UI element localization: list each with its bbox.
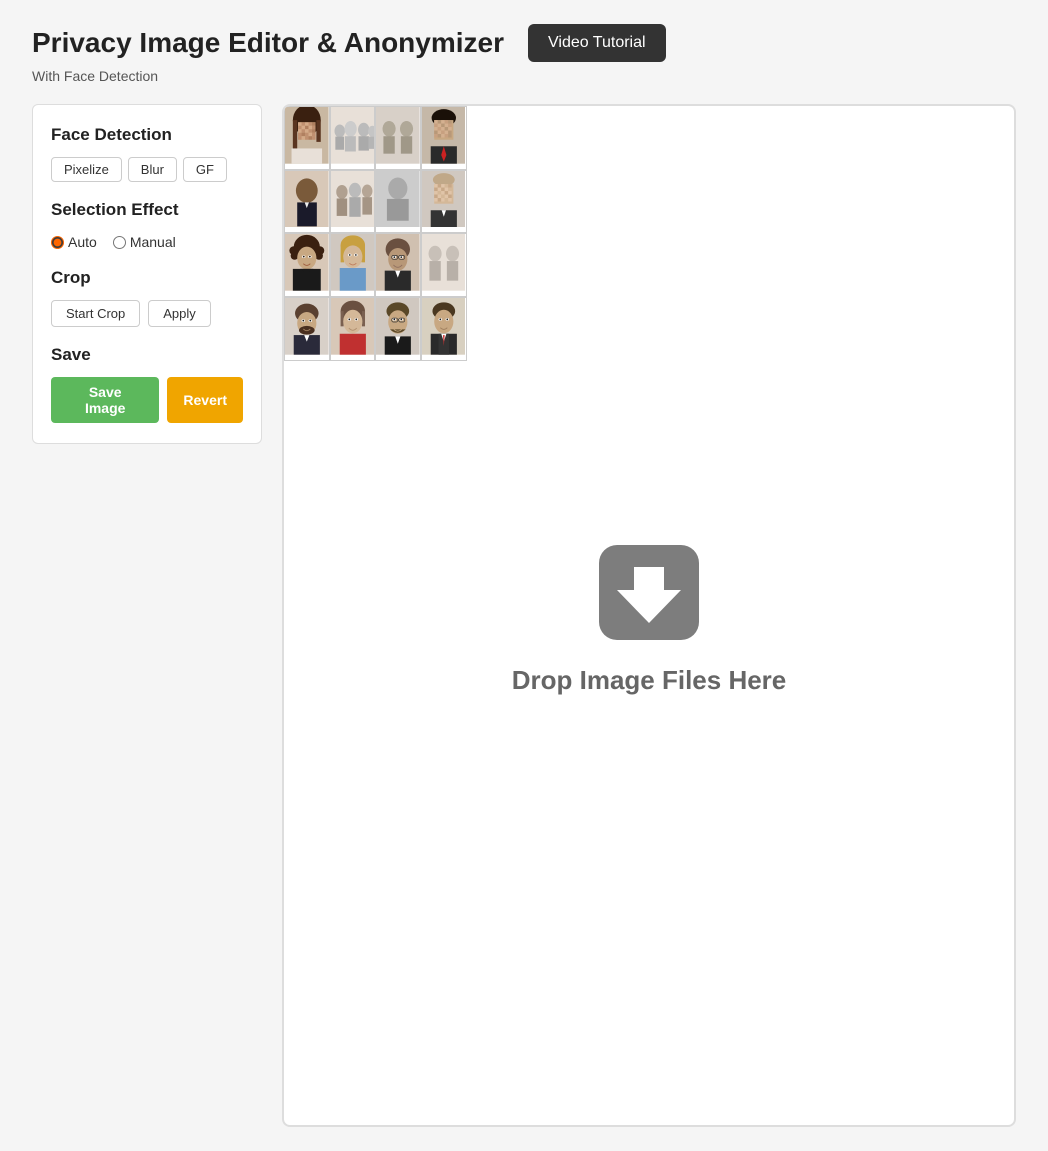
start-crop-button[interactable]: Start Crop: [51, 300, 140, 327]
face-cell-10: [330, 233, 376, 297]
manual-radio[interactable]: [113, 236, 126, 249]
blur-button[interactable]: Blur: [128, 157, 177, 182]
save-buttons: Save Image Revert: [51, 377, 243, 423]
face-cell-4: [421, 106, 467, 170]
face-cell-9: [284, 233, 330, 297]
face-cell-12: [421, 233, 467, 297]
manual-label: Manual: [130, 234, 176, 250]
face-detection-title: Face Detection: [51, 125, 243, 145]
subtitle: With Face Detection: [32, 68, 1016, 84]
face-detection-buttons: Pixelize Blur GF: [51, 157, 243, 182]
face-cell-13: [284, 297, 330, 361]
face-cell-5: [284, 170, 330, 234]
image-grid: [284, 106, 467, 361]
save-image-button[interactable]: Save Image: [51, 377, 159, 423]
sidebar: Face Detection Pixelize Blur GF Selectio…: [32, 104, 262, 444]
face-cell-11: [375, 233, 421, 297]
pixelize-button[interactable]: Pixelize: [51, 157, 122, 182]
video-tutorial-button[interactable]: Video Tutorial: [528, 24, 666, 62]
face-cell-8: [421, 170, 467, 234]
gf-button[interactable]: GF: [183, 157, 227, 182]
page-title: Privacy Image Editor & Anonymizer: [32, 27, 504, 59]
crop-title: Crop: [51, 268, 243, 288]
face-cell-6: [330, 170, 376, 234]
auto-radio-label[interactable]: Auto: [51, 234, 97, 250]
crop-buttons: Start Crop Apply: [51, 300, 243, 327]
drop-zone[interactable]: Drop Image Files Here: [282, 104, 1016, 1127]
face-cell-1: [284, 106, 330, 170]
auto-label: Auto: [68, 234, 97, 250]
face-cell-7: [375, 170, 421, 234]
face-cell-3: [375, 106, 421, 170]
apply-button[interactable]: Apply: [148, 300, 211, 327]
face-cell-2: [330, 106, 376, 170]
manual-radio-label[interactable]: Manual: [113, 234, 176, 250]
drop-text: Drop Image Files Here: [512, 665, 787, 696]
face-cell-15: [375, 297, 421, 361]
main-layout: Face Detection Pixelize Blur GF Selectio…: [32, 104, 1016, 1127]
page-header: Privacy Image Editor & Anonymizer Video …: [32, 24, 1016, 62]
face-cell-16: [421, 297, 467, 361]
save-title: Save: [51, 345, 243, 365]
selection-effect-options: Auto Manual: [51, 234, 243, 250]
auto-radio[interactable]: [51, 236, 64, 249]
selection-effect-title: Selection Effect: [51, 200, 243, 220]
face-cell-14: [330, 297, 376, 361]
drop-icon: [589, 535, 709, 655]
revert-button[interactable]: Revert: [167, 377, 243, 423]
